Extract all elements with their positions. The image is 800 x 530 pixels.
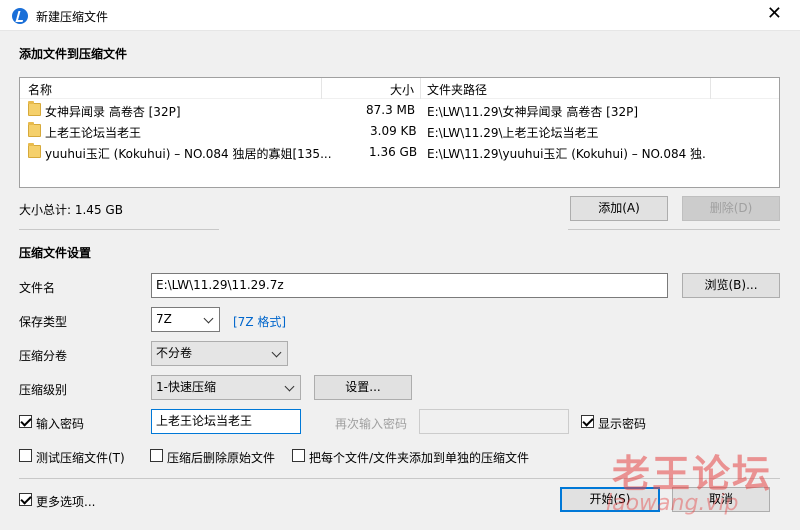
file-list-row[interactable]: 女神异闻录 高卷杏 [32P] 87.3 MB E:\LW\11.29\女神异闻…	[20, 100, 779, 121]
reenter-password-input[interactable]	[419, 409, 569, 434]
save-type-value: 7Z	[156, 312, 172, 326]
chevron-down-icon	[271, 347, 282, 358]
separate-archives-checkbox[interactable]	[292, 449, 305, 462]
file-name: 女神异闻录 高卷杏 [32P]	[45, 105, 181, 119]
level-label: 压缩级别	[19, 383, 68, 397]
watermark-url: laowang.vip	[606, 491, 739, 516]
password-checkbox[interactable]	[19, 415, 32, 428]
save-type-select[interactable]: 7Z	[151, 307, 220, 332]
more-options-label: 更多选项...	[36, 495, 96, 509]
file-list-row[interactable]: yuuhui玉汇 (Kokuhui) – NO.084 独居的寡姐[135...…	[20, 142, 779, 163]
close-icon[interactable]: ✕	[767, 5, 782, 23]
column-header-name[interactable]: 名称	[28, 81, 52, 98]
level-select[interactable]: 1-快速压缩	[151, 375, 301, 400]
split-value: 不分卷	[156, 346, 193, 360]
add-section-title: 添加文件到压缩文件	[19, 47, 128, 61]
filename-input[interactable]: E:\LW\11.29\11.29.7z	[151, 273, 668, 298]
save-type-label: 保存类型	[19, 315, 68, 329]
test-archive-label: 测试压缩文件(T)	[36, 451, 125, 465]
test-archive-checkbox[interactable]	[19, 449, 32, 462]
more-options-checkbox[interactable]	[19, 493, 32, 506]
settings-section-title: 压缩文件设置	[19, 246, 92, 260]
reenter-password-label: 再次输入密码	[335, 417, 408, 431]
column-header-size[interactable]: 大小	[390, 81, 414, 98]
delete-after-label: 压缩后删除原始文件	[167, 451, 276, 465]
filename-label: 文件名	[19, 281, 56, 295]
password-label: 输入密码	[36, 417, 85, 431]
delete-after-checkbox[interactable]	[150, 449, 163, 462]
password-input[interactable]: 上老王论坛当老王	[151, 409, 301, 434]
add-button[interactable]: 添加(A)	[570, 196, 668, 221]
folder-icon	[28, 101, 41, 116]
split-label: 压缩分卷	[19, 349, 68, 363]
file-size: 3.09 KB	[370, 124, 417, 138]
chevron-down-icon	[284, 381, 295, 392]
file-path: E:\LW\11.29\yuuhui玉汇 (Kokuhui) – NO.084 …	[427, 147, 707, 161]
file-size: 1.36 GB	[369, 145, 418, 159]
separate-archives-label: 把每个文件/文件夹添加到单独的压缩文件	[309, 451, 530, 465]
folder-icon	[28, 143, 41, 158]
file-name: 上老王论坛当老王	[45, 126, 142, 140]
format-link[interactable]: [7Z 格式]	[233, 313, 286, 330]
level-value: 1-快速压缩	[156, 380, 216, 394]
file-path: E:\LW\11.29\女神异闻录 高卷杏 [32P]	[427, 105, 639, 119]
split-select[interactable]: 不分卷	[151, 341, 288, 366]
browse-button[interactable]: 浏览(B)...	[682, 273, 780, 298]
folder-icon	[28, 122, 41, 137]
divider	[19, 229, 219, 230]
file-name: yuuhui玉汇 (Kokuhui) – NO.084 独居的寡姐[135...	[45, 147, 332, 161]
column-header-path[interactable]: 文件夹路径	[427, 81, 487, 98]
file-list-header: 名称 大小 文件夹路径	[20, 78, 779, 99]
file-list[interactable]: 名称 大小 文件夹路径 女神异闻录 高卷杏 [32P] 87.3 MB E:\L…	[19, 77, 780, 188]
file-list-row[interactable]: 上老王论坛当老王 3.09 KB E:\LW\11.29\上老王论坛当老王	[20, 121, 779, 142]
show-password-label: 显示密码	[598, 417, 647, 431]
total-size: 大小总计: 1.45 GB	[19, 203, 123, 217]
watermark-text: 老王论坛	[612, 452, 773, 496]
title-bar: 新建压缩文件 ✕	[0, 0, 800, 31]
delete-button[interactable]: 删除(D)	[682, 196, 780, 221]
chevron-down-icon	[203, 313, 214, 324]
settings-button[interactable]: 设置...	[314, 375, 412, 400]
app-logo-icon	[12, 8, 28, 24]
divider	[568, 229, 780, 230]
window-title: 新建压缩文件	[36, 10, 109, 24]
file-path: E:\LW\11.29\上老王论坛当老王	[427, 126, 599, 140]
file-size: 87.3 MB	[366, 103, 416, 117]
show-password-checkbox[interactable]	[581, 415, 594, 428]
